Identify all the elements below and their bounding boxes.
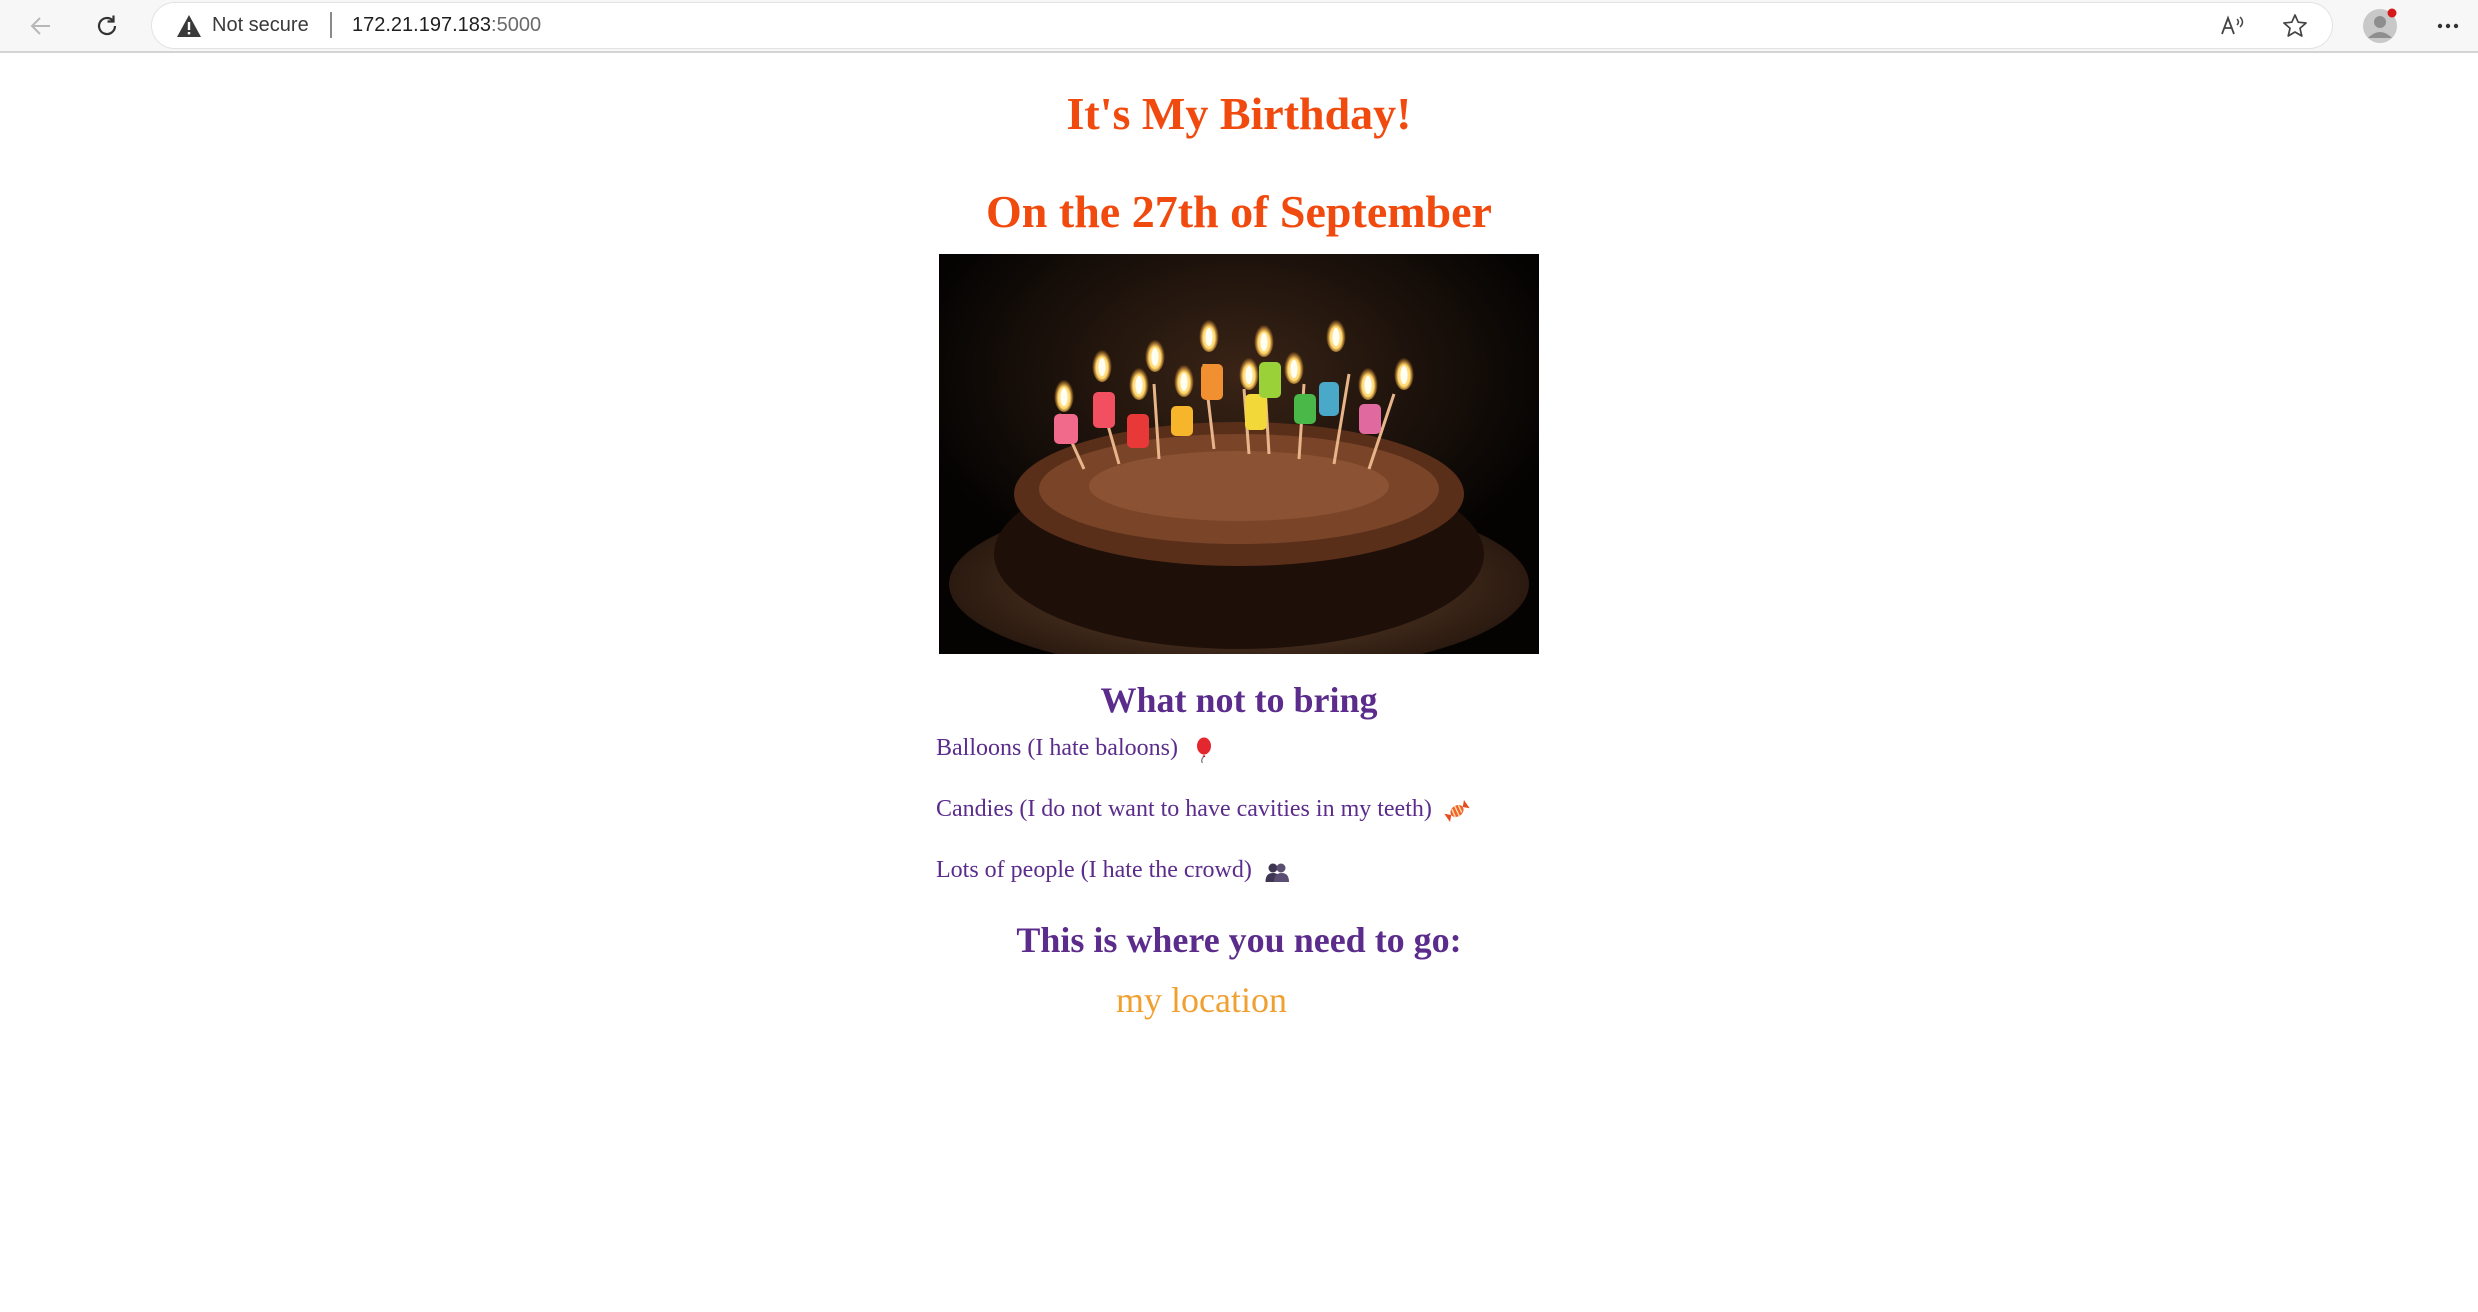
profile-button[interactable] — [2362, 8, 2398, 44]
read-aloud-button[interactable] — [2218, 11, 2248, 41]
back-button[interactable] — [20, 5, 62, 47]
star-icon — [2283, 14, 2307, 37]
list-item-label: Balloons (I hate baloons) — [936, 735, 1178, 761]
url-host: 172.21.197.183 — [352, 14, 492, 36]
page-title: It's My Birthday! — [1066, 88, 1412, 139]
birthday-cake-image — [939, 254, 1539, 654]
url-port: :5000 — [491, 14, 542, 36]
warning-icon — [177, 15, 201, 37]
read-aloud-icon — [2221, 15, 2244, 35]
url-divider — [330, 12, 332, 38]
security-label[interactable]: Not secure — [212, 14, 309, 37]
list-item-label: Candies (I do not want to have cavities … — [936, 796, 1432, 822]
people-icon — [1265, 863, 1289, 882]
favorite-button[interactable] — [2280, 11, 2310, 41]
arrow-left-icon — [30, 17, 50, 35]
location-link[interactable]: my location — [1116, 979, 1287, 1021]
more-options-button[interactable] — [2428, 8, 2468, 44]
list-item-label: Lots of people (I hate the crowd) — [936, 857, 1252, 883]
more-horizontal-icon — [2437, 23, 2459, 29]
not-to-bring-list: Balloons (I hate baloons) Candies (I do … — [936, 735, 1470, 918]
browser-toolbar: Not secure 172.21.197.183:5000 — [0, 0, 2478, 53]
what-not-to-bring-heading: What not to bring — [1100, 680, 1378, 720]
list-item: Balloons (I hate baloons) — [936, 735, 1470, 796]
candy-icon — [1444, 800, 1470, 822]
url-text[interactable]: 172.21.197.183:5000 — [352, 14, 541, 37]
balloon-icon — [1196, 737, 1211, 763]
avatar-icon — [2363, 8, 2397, 43]
list-item: Lots of people (I hate the crowd) — [936, 857, 1470, 918]
page-body: It's My Birthday! On the 27th of Septemb… — [0, 55, 2478, 1312]
reload-button[interactable] — [86, 5, 128, 47]
where-to-go-heading: This is where you need to go: — [1016, 920, 1462, 960]
reload-icon — [97, 15, 117, 36]
date-heading: On the 27th of September — [986, 186, 1492, 237]
address-bar[interactable]: Not secure 172.21.197.183:5000 — [152, 3, 2332, 48]
list-item: Candies (I do not want to have cavities … — [936, 796, 1470, 857]
